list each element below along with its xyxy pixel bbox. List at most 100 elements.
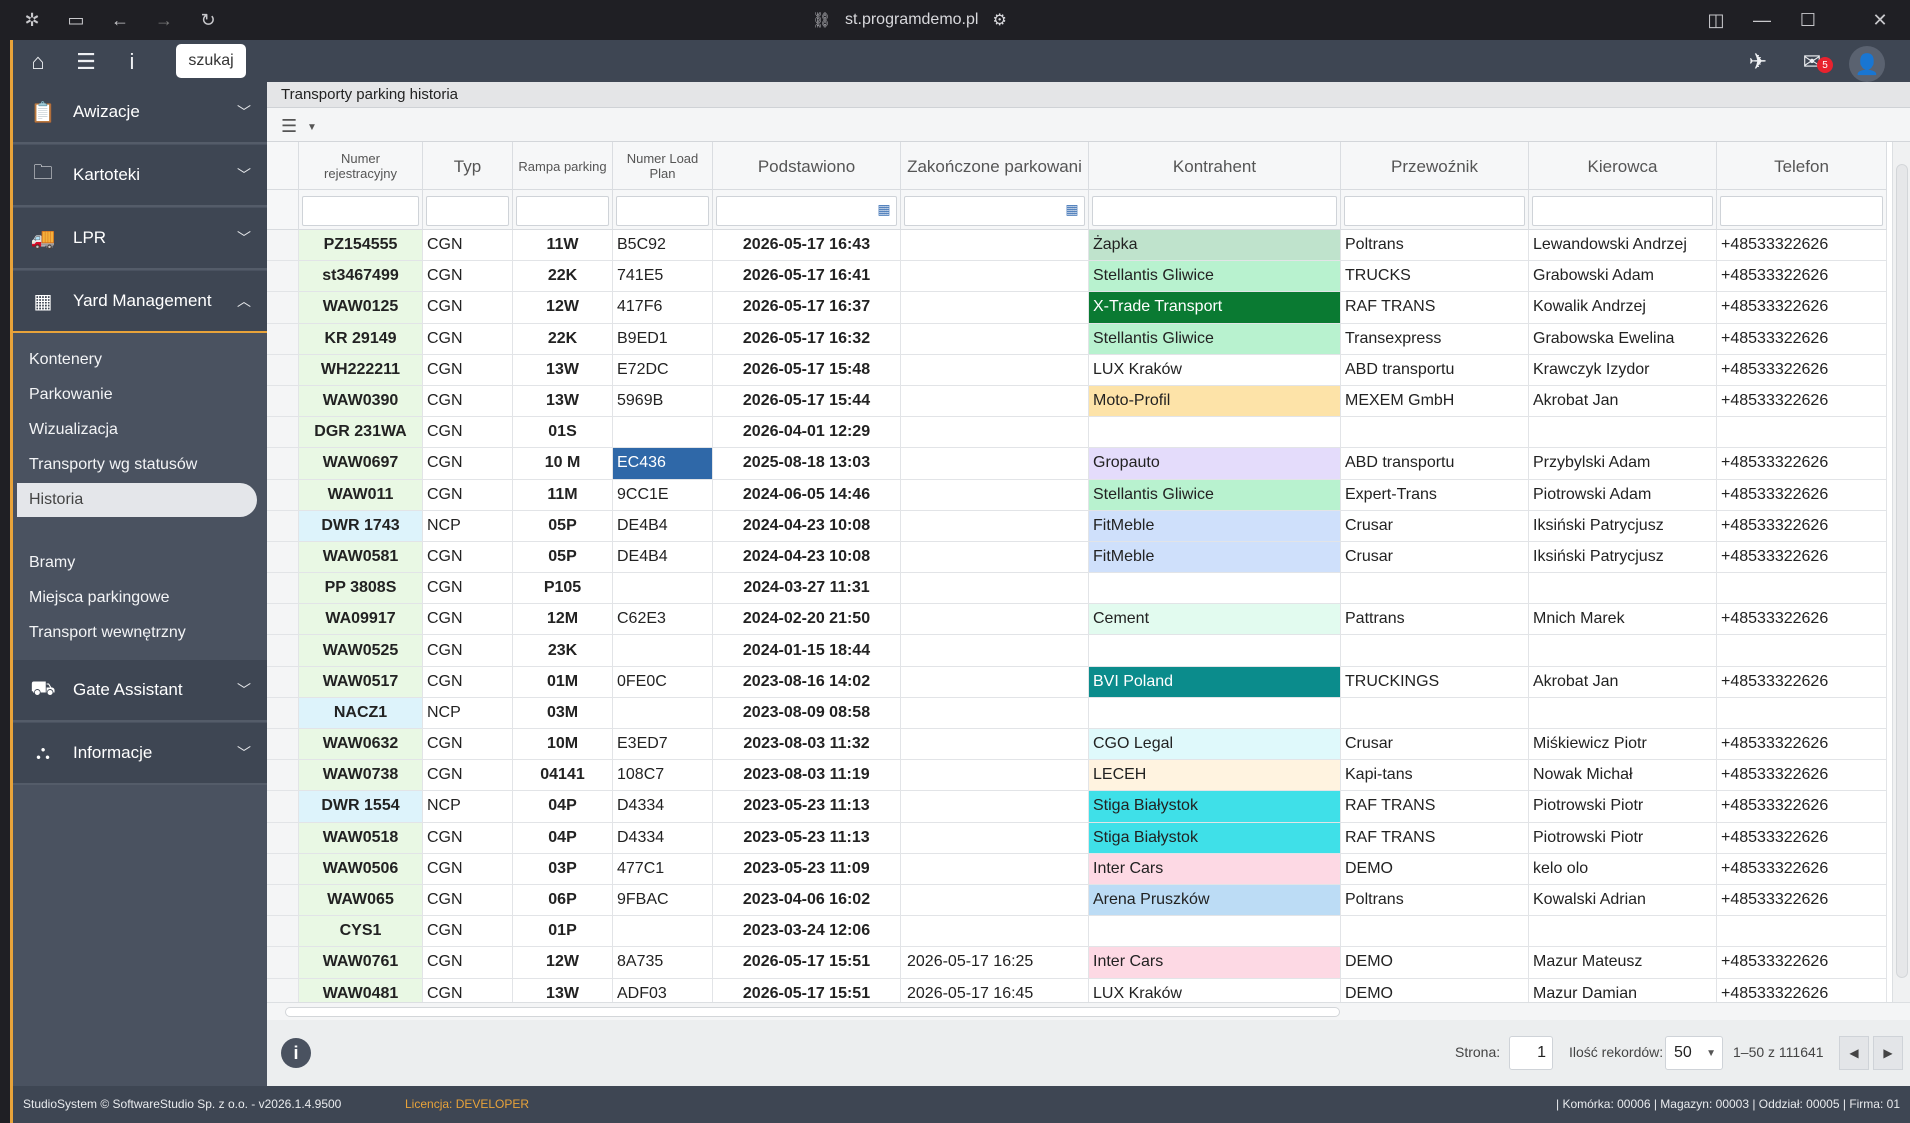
info-button[interactable]: i xyxy=(281,1038,311,1068)
table-row[interactable]: WAW011 CGN 11M 9CC1E 2024-06-05 14:46 Stellan… xyxy=(267,479,1887,511)
sidebar-item-miejsca-parkingowe[interactable]: Miejsca parkingowe xyxy=(13,581,267,615)
table-row[interactable]: WAW0738 CGN 04141 108C7 2023-08-03 11:19 LECE… xyxy=(267,760,1887,792)
table-row[interactable]: WAW0632 CGN 10M E3ED7 2023-08-03 11:32 CGO Le… xyxy=(267,729,1887,761)
vertical-scrollbar[interactable] xyxy=(1892,142,1910,1002)
sidebar-section-kartoteki[interactable]: 🗀 Kartoteki ﹀ xyxy=(13,145,267,207)
address-bar[interactable]: ⛓ st.programdemo.pl ⚙ xyxy=(812,9,1112,31)
filter-input-loadplan[interactable] xyxy=(616,196,709,226)
caret-down-icon[interactable]: ▼ xyxy=(307,122,317,133)
split-view-icon[interactable]: ◫ xyxy=(1704,8,1728,32)
horizontal-scrollbar[interactable] xyxy=(267,1002,1910,1020)
row-gutter[interactable] xyxy=(267,791,299,822)
table-row[interactable]: WAW0761 CGN 12W 8A735 2026-05-17 15:51 2026-0… xyxy=(267,947,1887,979)
filter-input-registration[interactable] xyxy=(302,196,419,226)
row-gutter[interactable] xyxy=(267,385,299,417)
table-row[interactable]: WAW0518 CGN 04P D4334 2023-05-23 11:13 Stiga … xyxy=(267,822,1887,854)
filter-input-type[interactable] xyxy=(426,196,509,226)
filter-input-driver[interactable] xyxy=(1532,196,1713,226)
row-gutter[interactable] xyxy=(267,822,299,853)
row-gutter[interactable] xyxy=(267,573,299,604)
row-gutter[interactable] xyxy=(267,635,299,666)
row-gutter[interactable] xyxy=(267,853,299,884)
sidebar-item-historia[interactable]: Historia xyxy=(17,483,257,517)
row-gutter[interactable] xyxy=(267,666,299,697)
column-header-type[interactable]: Typ xyxy=(423,142,513,190)
sidebar-section-yard-management[interactable]: ▦ Yard Management ︿ xyxy=(13,271,267,333)
filter-input-finished[interactable]: ▦ xyxy=(904,196,1085,226)
filter-input-contractor[interactable] xyxy=(1092,196,1337,226)
horizontal-scroll-thumb[interactable] xyxy=(285,1007,1340,1017)
records-select[interactable]: 50 ▼ xyxy=(1665,1036,1723,1070)
column-header-loadplan[interactable]: Numer Load Plan xyxy=(613,142,713,190)
maximize-icon[interactable]: ☐ xyxy=(1796,8,1820,32)
search-button[interactable]: szukaj xyxy=(176,44,246,78)
row-gutter[interactable] xyxy=(267,604,299,635)
site-settings-icon[interactable]: ⚙ xyxy=(992,10,1006,30)
sidebar-item-parkowanie[interactable]: Parkowanie xyxy=(13,378,267,412)
table-row[interactable]: NACZ1 NCP 03M 2023-08-09 08:58 xyxy=(267,697,1887,729)
column-header-finished[interactable]: Zakończone parkowani xyxy=(901,142,1089,190)
table-row[interactable]: DWR 1743 NCP 05P DE4B4 2024-04-23 10:08 FitMe… xyxy=(267,510,1887,542)
calendar-icon[interactable]: ▦ xyxy=(1062,201,1082,221)
column-header-registration[interactable]: Numer rejestracyjny xyxy=(299,142,423,190)
sidebar-section-lpr[interactable]: 🚚 LPR ﹀ xyxy=(13,208,267,270)
prev-page-button[interactable]: ◀ xyxy=(1839,1036,1869,1070)
row-gutter[interactable] xyxy=(267,230,299,261)
column-header-ramp[interactable]: Rampa parking xyxy=(513,142,613,190)
forward-icon[interactable]: → xyxy=(152,8,176,32)
sidebar-item-transporty-wg-statusow[interactable]: Transporty wg statusów xyxy=(13,448,267,482)
calendar-icon[interactable]: ▦ xyxy=(874,201,894,221)
row-gutter[interactable] xyxy=(267,448,299,479)
table-row[interactable]: st3467499 CGN 22K 741E5 2026-05-17 16:41 Stel… xyxy=(267,261,1887,293)
grid-menu-icon[interactable]: ☰ xyxy=(281,116,297,137)
row-gutter[interactable] xyxy=(267,978,299,1002)
menu-collapse-icon[interactable]: ☰ xyxy=(71,47,101,77)
table-row[interactable]: WAW0525 CGN 23K 2024-01-15 18:44 xyxy=(267,635,1887,667)
row-gutter[interactable] xyxy=(267,947,299,978)
table-row[interactable]: WAW065 CGN 06P 9FBAC 2023-04-06 16:02 Arena P… xyxy=(267,884,1887,917)
table-row[interactable]: WAW0581 CGN 05P DE4B4 2024-04-23 10:08 FitMeb… xyxy=(267,541,1887,574)
row-gutter[interactable] xyxy=(267,354,299,385)
table-row[interactable]: WAW0481 CGN 13W ADF03 2026-05-17 15:51 2026-0… xyxy=(267,978,1887,1002)
table-row[interactable]: WAW0506 CGN 03P 477C1 2023-05-23 11:09 Inter … xyxy=(267,853,1887,885)
table-row[interactable]: WAW0125 CGN 12W 417F6 2026-05-17 16:37 X-Trad… xyxy=(267,292,1887,324)
filter-input-carrier[interactable] xyxy=(1344,196,1525,226)
reload-icon[interactable]: ↻ xyxy=(196,8,220,32)
close-icon[interactable]: ✕ xyxy=(1868,8,1892,32)
row-gutter[interactable] xyxy=(267,760,299,791)
sidebar-section-gate-assistant[interactable]: ⛟ Gate Assistant ﹀ xyxy=(13,660,267,722)
table-row[interactable]: DGR 231WA CGN 01S 2026-04-01 12:29 xyxy=(267,417,1887,449)
row-gutter[interactable] xyxy=(267,479,299,510)
column-header-submitted[interactable]: Podstawiono xyxy=(713,142,901,190)
table-row[interactable]: WA09917 CGN 12M C62E3 2024-02-20 21:50 Cement… xyxy=(267,604,1887,636)
table-row[interactable]: WAW0697 CGN 10 M EC436 2025-08-18 13:03 Gropa… xyxy=(267,448,1887,480)
row-gutter[interactable] xyxy=(267,292,299,323)
plane-icon[interactable]: ✈ xyxy=(1743,47,1773,77)
table-row[interactable]: DWR 1554 NCP 04P D4334 2023-05-23 11:13 Stiga… xyxy=(267,791,1887,823)
table-row[interactable]: PZ154555 CGN 11W B5C92 2026-05-17 16:43 Żapka… xyxy=(267,230,1887,262)
row-gutter[interactable] xyxy=(267,261,299,292)
row-gutter[interactable] xyxy=(267,916,299,947)
row-gutter[interactable] xyxy=(267,417,299,448)
sidebar-item-transport-wewnetrzny[interactable]: Transport wewnętrzny xyxy=(13,616,267,650)
page-input[interactable]: 1 xyxy=(1509,1036,1553,1070)
vertical-scroll-thumb[interactable] xyxy=(1896,164,1908,978)
row-gutter[interactable] xyxy=(267,884,299,916)
table-row[interactable]: WAW0517 CGN 01M 0FE0C 2023-08-16 14:02 BVI Po… xyxy=(267,666,1887,698)
column-header-driver[interactable]: Kierowca xyxy=(1529,142,1717,190)
table-row[interactable]: CYS1 CGN 01P 2023-03-24 12:06 xyxy=(267,916,1887,948)
sidebar-toggle-icon[interactable]: ▭ xyxy=(64,8,88,32)
filter-input-ramp[interactable] xyxy=(516,196,609,226)
sidebar-section-awizacje[interactable]: 📋 Awizacje ﹀ xyxy=(13,82,267,144)
row-gutter[interactable] xyxy=(267,729,299,760)
table-row[interactable]: WAW0390 CGN 13W 5969B 2026-05-17 15:44 Moto-P… xyxy=(267,385,1887,418)
filter-input-phone[interactable] xyxy=(1720,196,1883,226)
row-gutter[interactable] xyxy=(267,541,299,573)
next-page-button[interactable]: ▶ xyxy=(1873,1036,1903,1070)
table-row[interactable]: KR 29149 CGN 22K B9ED1 2026-05-17 16:32 Stell… xyxy=(267,323,1887,355)
sidebar-item-kontenery[interactable]: Kontenery xyxy=(13,343,267,377)
row-gutter[interactable] xyxy=(267,510,299,541)
row-gutter[interactable] xyxy=(267,697,299,728)
column-header-carrier[interactable]: Przewoźnik xyxy=(1341,142,1529,190)
home-icon[interactable]: ⌂ xyxy=(23,47,53,77)
